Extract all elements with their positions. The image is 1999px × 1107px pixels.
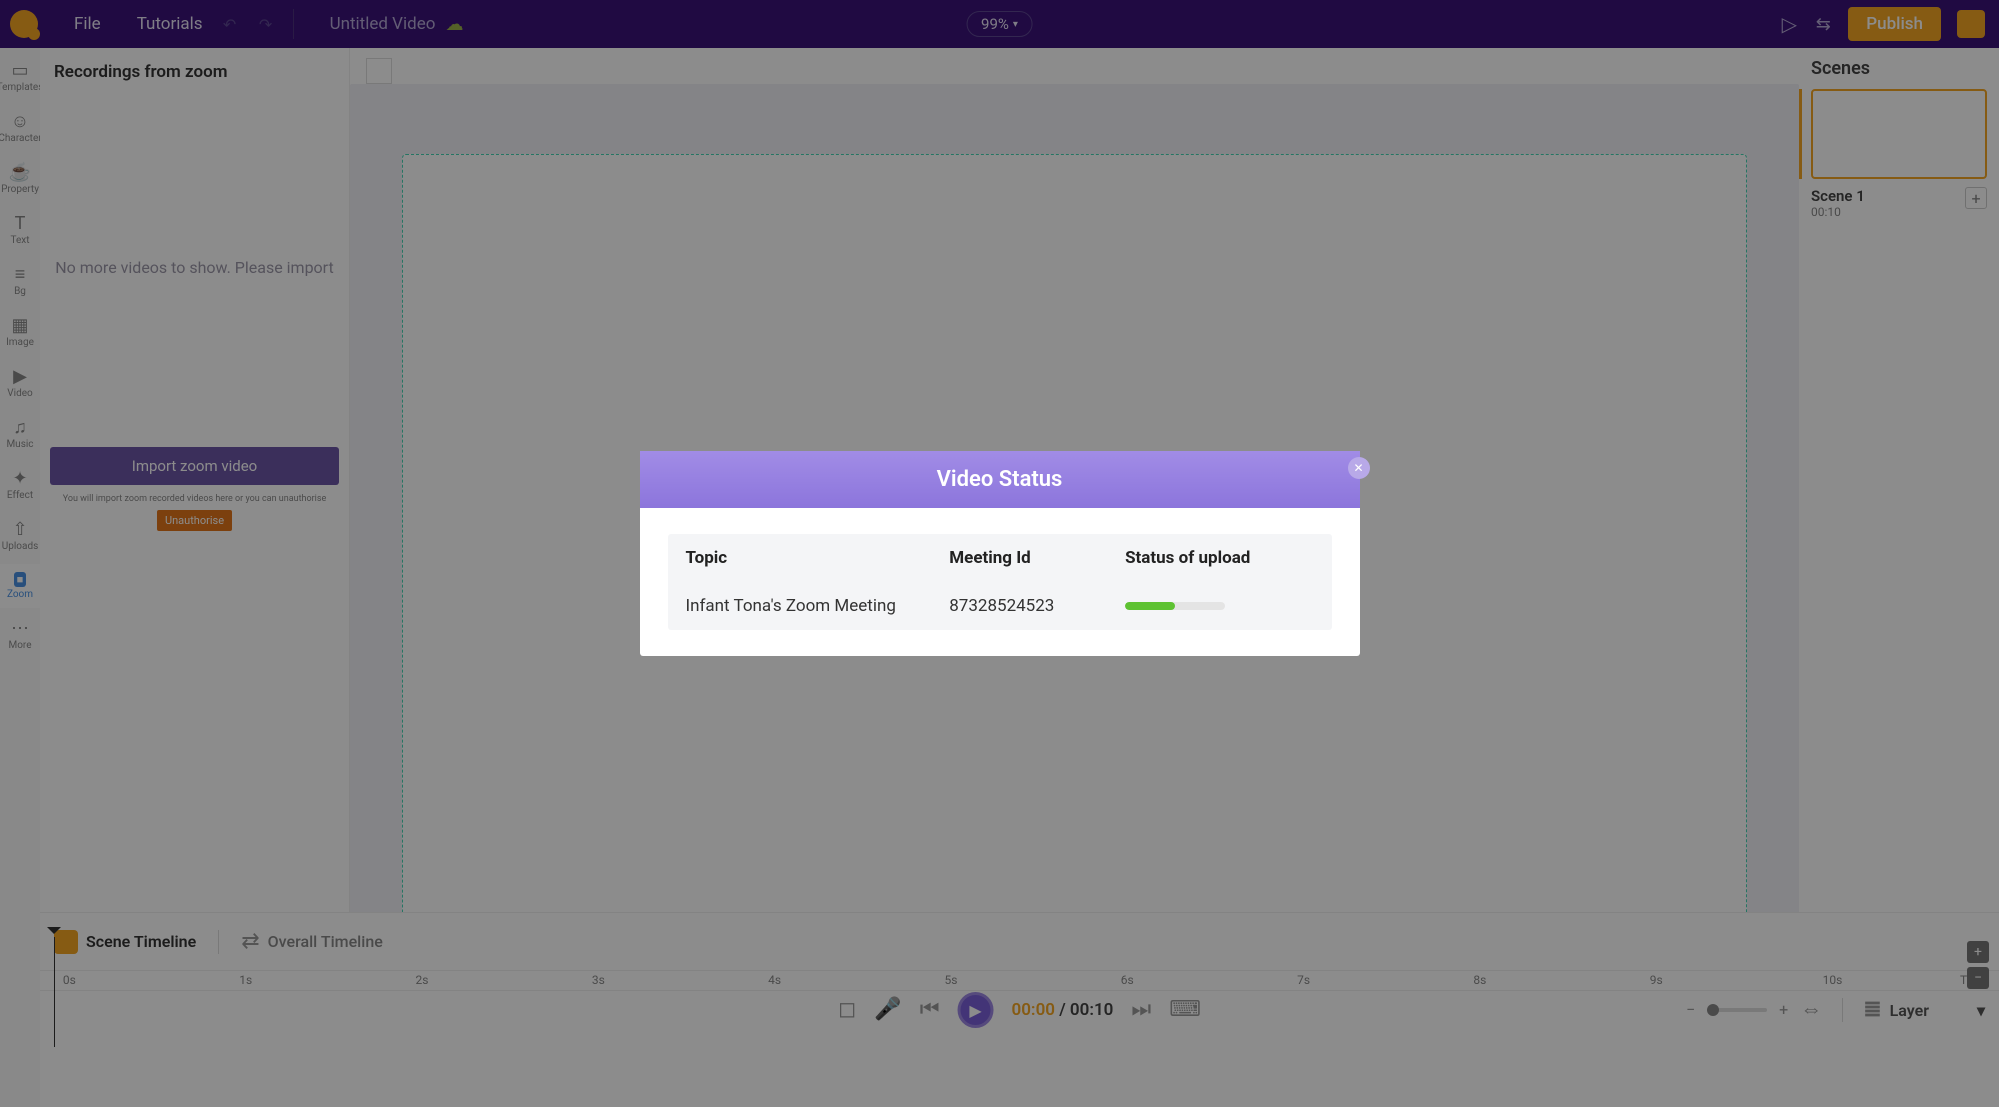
- upload-progress-fill: [1125, 602, 1175, 610]
- cell-status: [1125, 596, 1313, 616]
- modal-overlay[interactable]: Video Status ✕ Topic Meeting Id Status o…: [0, 0, 1999, 1107]
- col-header-status: Status of upload: [1125, 548, 1313, 568]
- modal-close-button[interactable]: ✕: [1348, 457, 1370, 479]
- modal-title: Video Status: [640, 451, 1360, 508]
- cell-meeting: 87328524523: [949, 596, 1125, 616]
- cell-topic: Infant Tona's Zoom Meeting: [686, 596, 950, 616]
- col-header-topic: Topic: [686, 548, 950, 568]
- table-header-row: Topic Meeting Id Status of upload: [668, 534, 1332, 582]
- modal-body: Topic Meeting Id Status of upload Infant…: [640, 508, 1360, 656]
- video-status-table: Topic Meeting Id Status of upload Infant…: [668, 534, 1332, 630]
- table-row: Infant Tona's Zoom Meeting 87328524523: [668, 582, 1332, 630]
- upload-progress: [1125, 602, 1225, 610]
- video-status-modal: Video Status ✕ Topic Meeting Id Status o…: [640, 451, 1360, 656]
- col-header-meeting: Meeting Id: [949, 548, 1125, 568]
